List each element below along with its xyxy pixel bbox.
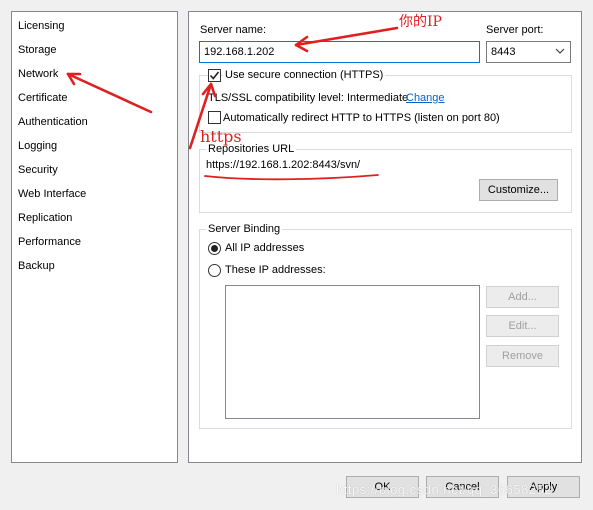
tls-change-link[interactable]: Change [406, 92, 445, 104]
redirect-http-label: Automatically redirect HTTP to HTTPS (li… [223, 112, 500, 124]
annotation-https-note: https [200, 127, 242, 146]
network-settings-panel: Server name: 192.168.1.202 Server port: … [188, 11, 582, 463]
secure-connection-group [199, 75, 572, 133]
these-ip-addresses-label: These IP addresses: [225, 264, 326, 276]
settings-category-list[interactable]: Licensing Storage Network Certificate Au… [11, 11, 178, 463]
sidebar-item-security[interactable]: Security [17, 161, 58, 179]
sidebar-item-certificate[interactable]: Certificate [17, 89, 68, 107]
watermark-text: https://blog.csdn.net/qq_36658252 [336, 482, 552, 497]
sidebar-item-performance[interactable]: Performance [17, 233, 81, 251]
chevron-down-icon [555, 48, 565, 54]
server-name-input[interactable]: 192.168.1.202 [199, 41, 480, 63]
server-port-label: Server port: [486, 24, 544, 36]
sidebar-item-storage[interactable]: Storage [17, 41, 57, 59]
add-ip-button[interactable]: Add... [486, 286, 559, 308]
server-port-select[interactable]: 8443 [486, 41, 571, 63]
use-secure-connection-label: Use secure connection (HTTPS) [223, 69, 386, 81]
ip-addresses-list[interactable] [225, 285, 480, 419]
sidebar-item-network[interactable]: Network [17, 65, 58, 83]
server-port-value: 8443 [491, 46, 516, 58]
server-name-label: Server name: [200, 24, 267, 36]
use-secure-connection-checkbox[interactable] [208, 69, 221, 82]
annotation-ip-note: 你的IP [399, 14, 442, 30]
remove-ip-button[interactable]: Remove [486, 345, 559, 367]
tls-level-label: TLS/SSL compatibility level: Intermediat… [208, 92, 409, 104]
sidebar-item-logging[interactable]: Logging [17, 137, 57, 155]
checkmark-icon [209, 71, 220, 80]
all-ip-addresses-radio[interactable] [208, 242, 221, 255]
sidebar-item-web-interface[interactable]: Web Interface [17, 185, 86, 203]
sidebar-item-licensing[interactable]: Licensing [17, 17, 64, 35]
edit-ip-button[interactable]: Edit... [486, 315, 559, 337]
redirect-http-checkbox[interactable] [208, 111, 221, 124]
server-binding-title: Server Binding [206, 223, 283, 235]
these-ip-addresses-radio[interactable] [208, 264, 221, 277]
sidebar-item-authentication[interactable]: Authentication [17, 113, 88, 131]
sidebar-item-backup[interactable]: Backup [17, 257, 55, 275]
all-ip-addresses-label: All IP addresses [225, 242, 305, 254]
sidebar-item-replication[interactable]: Replication [17, 209, 72, 227]
customize-button[interactable]: Customize... [479, 179, 558, 201]
repositories-url-value: https://192.168.1.202:8443/svn/ [206, 159, 361, 171]
